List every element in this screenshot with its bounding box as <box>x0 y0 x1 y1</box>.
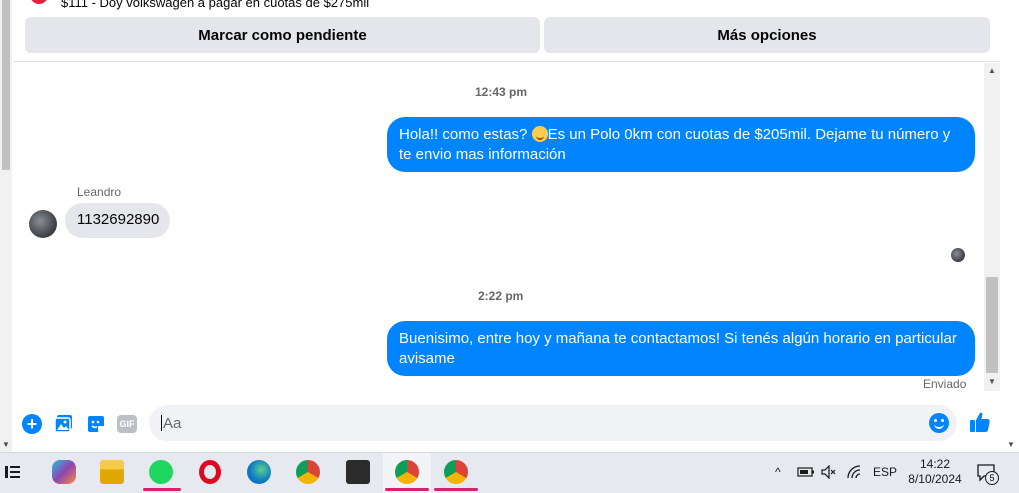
spotify-icon[interactable] <box>149 460 173 484</box>
gif-icon[interactable]: GIF <box>117 415 137 433</box>
notification-center-icon[interactable]: 5 <box>977 463 999 485</box>
seen-indicator-avatar <box>951 248 965 262</box>
photo-icon[interactable] <box>54 414 74 434</box>
chevron-up-icon[interactable]: ^ <box>775 465 781 479</box>
clock-date: 8/10/2024 <box>908 472 962 486</box>
plus-icon[interactable]: + <box>22 414 42 434</box>
avatar[interactable] <box>29 210 57 238</box>
scroll-down-arrow-icon[interactable]: ▼ <box>1007 440 1015 449</box>
scrollbar-thumb[interactable] <box>2 0 10 170</box>
clock-time: 14:22 <box>919 457 951 471</box>
more-options-button[interactable]: Más opciones <box>544 17 990 53</box>
message-status: Enviado <box>923 377 967 391</box>
chrome-profile-r-icon[interactable] <box>444 460 468 484</box>
scroll-down-arrow-icon[interactable]: ▼ <box>988 377 996 386</box>
page-edge-right: ▼ <box>1003 0 1019 452</box>
sticky-notes-icon[interactable] <box>346 460 370 484</box>
outgoing-message[interactable]: Buenisimo, entre hoy y mañana te contact… <box>387 321 975 376</box>
wifi-icon[interactable] <box>847 465 863 479</box>
emoji-icon[interactable] <box>929 413 949 433</box>
file-explorer-icon[interactable] <box>100 460 124 484</box>
opera-icon[interactable] <box>199 460 221 484</box>
chrome-icon[interactable] <box>296 460 320 484</box>
scroll-up-arrow-icon[interactable]: ▲ <box>988 66 996 75</box>
listing-title[interactable]: $111 - Doy volkswagen a pagar en cuotas … <box>61 0 369 10</box>
chat-scrollbar[interactable]: ▲ ▼ <box>984 63 1000 391</box>
thumbs-up-icon[interactable] <box>969 411 991 433</box>
copilot-icon[interactable] <box>52 460 76 484</box>
mark-pending-button[interactable]: Marcar como pendiente <box>25 17 540 53</box>
messenger-window: ▼ ▼ $111 - Doy volkswagen a pagar en cuo… <box>0 0 1019 493</box>
message-input[interactable]: Aa <box>149 405 957 441</box>
page-scrollbar-left[interactable]: ▼ <box>0 0 12 452</box>
text-caret <box>161 415 162 431</box>
notification-count: 5 <box>985 471 999 485</box>
volume-muted-icon[interactable] <box>821 465 837 479</box>
clock[interactable]: 14:22 8/10/2024 <box>905 457 965 487</box>
active-app-indicator <box>143 488 181 491</box>
language-indicator[interactable]: ESP <box>873 465 897 479</box>
timestamp: 12:43 pm <box>475 85 528 99</box>
edge-icon[interactable] <box>247 460 271 484</box>
outgoing-message[interactable]: Hola!! como estas? Es un Polo 0km con cu… <box>387 117 975 172</box>
active-app-indicator <box>434 488 478 491</box>
chrome-profile-y-icon[interactable] <box>395 460 419 484</box>
timestamp: 2:22 pm <box>478 289 524 303</box>
scroll-down-arrow-icon[interactable]: ▼ <box>2 440 10 449</box>
smiling-face-icon <box>531 126 548 142</box>
incoming-message[interactable]: 1132692890 <box>65 203 170 238</box>
message-input-placeholder: Aa <box>163 414 182 432</box>
sender-name: Leandro <box>77 185 122 199</box>
task-view-icon[interactable] <box>4 460 22 484</box>
message-text: Hola!! como estas? <box>399 126 532 143</box>
sticker-icon[interactable] <box>86 414 106 434</box>
active-app-indicator <box>385 488 429 491</box>
battery-icon[interactable] <box>797 465 815 479</box>
scrollbar-thumb[interactable] <box>986 277 998 373</box>
